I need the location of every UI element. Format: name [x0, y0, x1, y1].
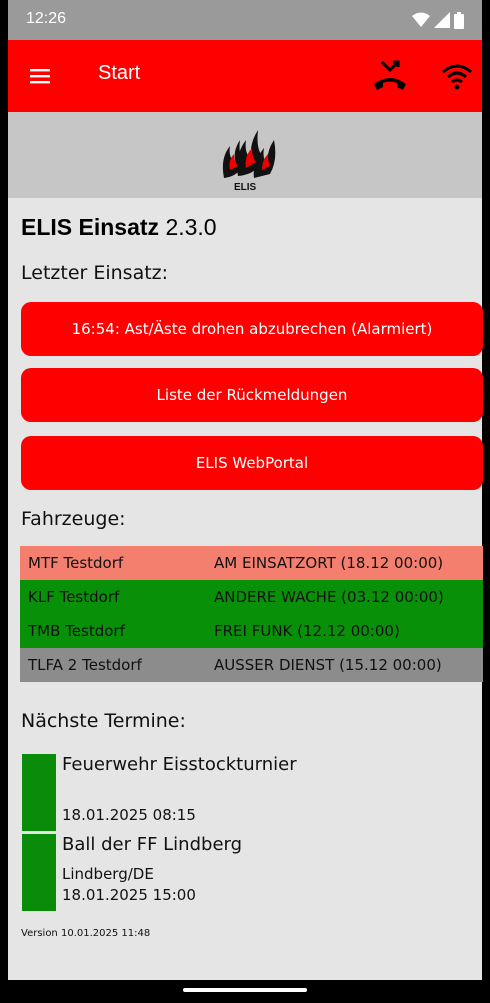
vehicle-name: TMB Testdorf — [28, 622, 125, 640]
logo-text: ELIS — [234, 182, 257, 193]
elis-flame-logo: ELIS — [222, 130, 276, 193]
vehicle-status: AUSSER DIENST (15.12 00:00) — [214, 656, 442, 674]
vehicles-heading: Fahrzeuge: — [21, 508, 126, 530]
app-bar: Start — [8, 40, 482, 112]
last-incident-button[interactable]: 16:54: Ast/Äste drohen abzubrechen (Alar… — [21, 302, 483, 356]
wifi-status-icon — [412, 12, 430, 27]
signal-icon — [434, 12, 450, 28]
app-version: 2.3.0 — [165, 214, 217, 240]
status-bar: 12:26 — [8, 0, 482, 40]
event-date: 18.01.2025 15:00 — [62, 886, 196, 904]
home-gesture-handle[interactable] — [183, 988, 307, 992]
vehicle-status: FREI FUNK (12.12 00:00) — [214, 622, 400, 640]
event-location: Lindberg/DE — [62, 865, 154, 883]
last-incident-heading: Letzter Einsatz: — [21, 262, 169, 284]
app-frame: 12:26 Start ELIS ELIS Einsatz 2.3.0 Letz… — [8, 0, 483, 1003]
event-date: 18.01.2025 08:15 — [62, 806, 196, 824]
wifi-icon[interactable] — [440, 60, 474, 94]
feedback-list-button[interactable]: Liste der Rückmeldungen — [21, 368, 483, 422]
vehicle-row[interactable]: TLFA 2 Testdorf AUSSER DIENST (15.12 00:… — [20, 648, 483, 682]
event-item[interactable]: Ball der FF Lindberg Lindberg/DE 18.01.2… — [22, 834, 462, 911]
events-heading: Nächste Termine: — [21, 710, 186, 732]
event-title: Ball der FF Lindberg — [62, 834, 243, 855]
missed-call-icon[interactable] — [370, 56, 410, 96]
vehicle-status: AM EINSATZORT (18.12 00:00) — [214, 554, 444, 572]
page-title: Start — [98, 62, 141, 84]
event-color-bar — [22, 834, 56, 911]
vehicle-name: TLFA 2 Testdorf — [28, 656, 142, 674]
app-name: ELIS Einsatz — [21, 214, 160, 240]
status-icons — [412, 11, 464, 29]
status-time: 12:26 — [26, 10, 67, 27]
event-item[interactable]: Feuerwehr Eisstockturnier 18.01.2025 08:… — [22, 754, 462, 831]
vehicle-row[interactable]: MTF Testdorf AM EINSATZORT (18.12 00:00) — [20, 546, 483, 580]
menu-icon[interactable] — [28, 64, 54, 88]
version-text: Version 10.01.2025 11:48 — [21, 928, 151, 939]
vehicle-name: KLF Testdorf — [28, 588, 120, 606]
battery-icon — [454, 11, 464, 29]
app-title: ELIS Einsatz 2.3.0 — [21, 214, 217, 241]
vehicle-status: ANDERE WACHE (03.12 00:00) — [214, 588, 444, 606]
vehicle-row[interactable]: KLF Testdorf ANDERE WACHE (03.12 00:00) — [20, 580, 483, 614]
event-title: Feuerwehr Eisstockturnier — [62, 754, 297, 775]
vehicle-list: MTF Testdorf AM EINSATZORT (18.12 00:00)… — [20, 546, 483, 682]
vehicle-name: MTF Testdorf — [28, 554, 124, 572]
system-nav-bar — [0, 980, 490, 1003]
logo-banner: ELIS — [8, 112, 482, 198]
vehicle-row[interactable]: TMB Testdorf FREI FUNK (12.12 00:00) — [20, 614, 483, 648]
webportal-button[interactable]: ELIS WebPortal — [21, 436, 483, 490]
event-color-bar — [22, 754, 56, 831]
